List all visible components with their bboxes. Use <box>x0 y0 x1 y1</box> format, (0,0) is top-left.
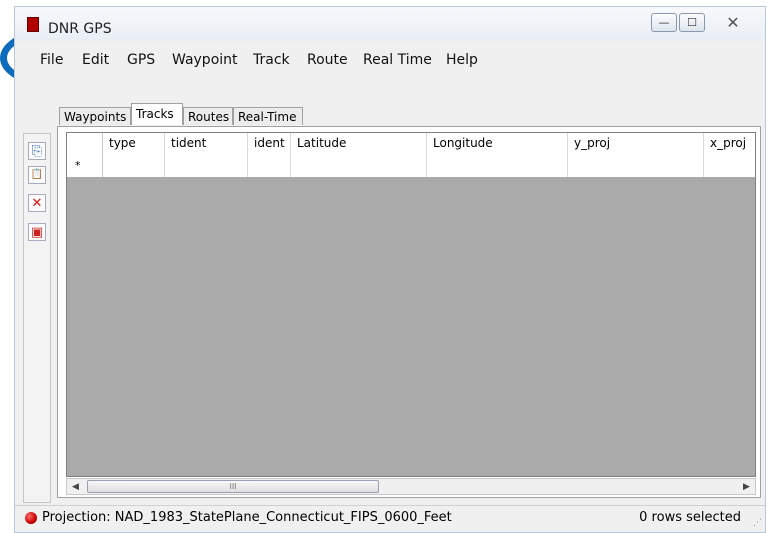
tracks-panel: type tident ident Latitude Longitude y_p… <box>57 126 761 498</box>
window-title: DNR GPS <box>48 21 112 37</box>
side-toolbar: ⎘ 📋 ✕ ▣ <box>23 133 51 503</box>
delete-button[interactable]: ✕ <box>28 194 46 212</box>
cell-longitude[interactable] <box>427 155 568 177</box>
copy-icon: ⎘ <box>31 143 43 159</box>
rows-selected-label: 0 rows selected <box>639 510 741 525</box>
maximize-button[interactable]: ☐ <box>679 13 705 32</box>
scroll-right-button[interactable]: ▶ <box>738 479 755 494</box>
arrow-left-icon: ◀ <box>72 481 79 492</box>
scroll-thumb[interactable]: III <box>87 480 379 493</box>
menu-bar: File Edit GPS Waypoint Track Route Real … <box>15 47 765 71</box>
column-header-latitude[interactable]: Latitude <box>291 133 427 155</box>
copy-button[interactable]: ⎘ <box>28 142 46 160</box>
row-header-corner <box>67 133 103 155</box>
close-button[interactable]: ✕ <box>711 13 755 32</box>
horizontal-scrollbar[interactable]: ◀ III ▶ <box>66 478 756 495</box>
cell-ident[interactable] <box>248 155 291 177</box>
cell-y-proj[interactable] <box>568 155 704 177</box>
menu-gps[interactable]: GPS <box>127 52 155 68</box>
tracks-grid[interactable]: type tident ident Latitude Longitude y_p… <box>66 132 756 477</box>
cell-x-proj[interactable] <box>704 155 755 177</box>
new-row-marker: * <box>75 159 81 172</box>
cell-latitude[interactable] <box>291 155 427 177</box>
menu-waypoint[interactable]: Waypoint <box>172 52 238 68</box>
column-header-x-proj[interactable]: x_proj <box>704 133 755 155</box>
menu-real-time[interactable]: Real Time <box>363 52 432 68</box>
resize-grip-icon[interactable]: ⋰ <box>753 518 762 528</box>
projection-label: Projection: NAD_1983_StatePlane_Connecti… <box>42 510 452 525</box>
column-header-longitude[interactable]: Longitude <box>427 133 568 155</box>
column-header-tident[interactable]: tident <box>165 133 248 155</box>
menu-help[interactable]: Help <box>446 52 478 68</box>
column-header-y-proj[interactable]: y_proj <box>568 133 704 155</box>
minimize-button[interactable]: — <box>651 13 677 32</box>
menu-track[interactable]: Track <box>253 52 290 68</box>
tab-real-time[interactable]: Real-Time <box>233 107 303 125</box>
paste-button[interactable]: 📋 <box>28 166 46 184</box>
menu-file[interactable]: File <box>40 52 63 68</box>
cell-type[interactable] <box>103 155 165 177</box>
tab-routes[interactable]: Routes <box>183 107 233 125</box>
column-header-type[interactable]: type <box>103 133 165 155</box>
grip-icon: III <box>229 482 237 491</box>
status-indicator-icon <box>25 512 37 524</box>
arrow-right-icon: ▶ <box>743 481 750 492</box>
grid-header-row: type tident ident Latitude Longitude y_p… <box>67 133 755 156</box>
app-icon <box>27 17 39 32</box>
delete-icon: ✕ <box>31 195 43 211</box>
column-header-ident[interactable]: ident <box>248 133 291 155</box>
cell-tident[interactable] <box>165 155 248 177</box>
delete-all-button[interactable]: ▣ <box>28 223 46 241</box>
maximize-icon: ☐ <box>687 16 697 29</box>
tab-tracks[interactable]: Tracks <box>131 103 183 125</box>
paste-icon: 📋 <box>30 169 44 180</box>
tab-waypoints[interactable]: Waypoints <box>59 107 131 125</box>
new-row-header: * <box>67 155 103 177</box>
delete-all-icon: ▣ <box>30 224 44 240</box>
status-bar: Projection: NAD_1983_StatePlane_Connecti… <box>15 505 765 530</box>
app-window: DNR GPS — ☐ ✕ File Edit GPS Waypoint Tra… <box>14 6 766 533</box>
scroll-left-button[interactable]: ◀ <box>67 479 84 494</box>
close-icon: ✕ <box>726 13 740 32</box>
minimize-icon: — <box>658 16 670 29</box>
grid-new-row[interactable]: * <box>67 155 755 177</box>
menu-edit[interactable]: Edit <box>82 52 109 68</box>
title-bar: DNR GPS — ☐ ✕ <box>15 7 765 41</box>
menu-route[interactable]: Route <box>307 52 348 68</box>
